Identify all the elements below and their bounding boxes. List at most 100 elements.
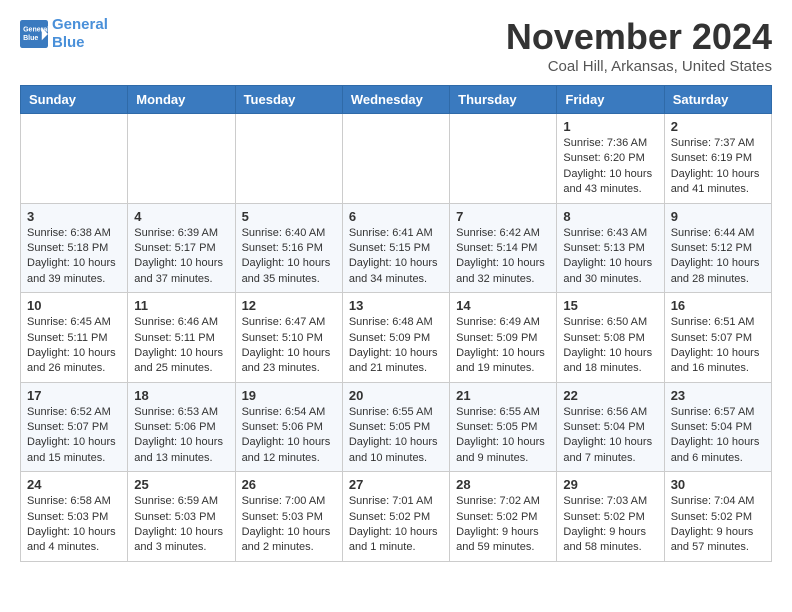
month-title: November 2024 bbox=[506, 16, 772, 58]
calendar-cell: 12 Sunrise: 6:47 AM Sunset: 5:10 PM Dayli… bbox=[235, 293, 342, 383]
weekday-header: Tuesday bbox=[235, 86, 342, 114]
day-number: 8 bbox=[563, 209, 657, 224]
calendar-cell bbox=[235, 114, 342, 204]
logo-text: General Blue bbox=[52, 16, 108, 52]
calendar-week-row: 17 Sunrise: 6:52 AM Sunset: 5:07 PM Dayli… bbox=[21, 382, 772, 472]
day-number: 6 bbox=[349, 209, 443, 224]
calendar-cell: 7Sunrise: 6:42 AM Sunset: 5:14 PM Daylig… bbox=[450, 203, 557, 293]
day-info: Sunrise: 6:45 AM Sunset: 5:11 PM Dayligh… bbox=[27, 315, 121, 377]
calendar-cell bbox=[21, 114, 128, 204]
calendar-cell: 5Sunrise: 6:40 AM Sunset: 5:16 PM Daylig… bbox=[235, 203, 342, 293]
day-info: Sunrise: 6:54 AM Sunset: 5:06 PM Dayligh… bbox=[242, 405, 336, 467]
day-number: 26 bbox=[242, 477, 336, 492]
calendar-cell bbox=[342, 114, 449, 204]
day-number: 7 bbox=[456, 209, 550, 224]
day-number: 12 bbox=[242, 298, 336, 313]
day-info: Sunrise: 6:56 AM Sunset: 5:04 PM Dayligh… bbox=[563, 405, 657, 467]
day-number: 10 bbox=[27, 298, 121, 313]
day-number: 20 bbox=[349, 388, 443, 403]
weekday-header: Thursday bbox=[450, 86, 557, 114]
calendar-cell: 21Sunrise: 6:55 AM Sunset: 5:05 PM Dayli… bbox=[450, 382, 557, 472]
day-number: 15 bbox=[563, 298, 657, 313]
day-info: Sunrise: 7:00 AM Sunset: 5:03 PM Dayligh… bbox=[242, 494, 336, 556]
day-info: Sunrise: 6:43 AM Sunset: 5:13 PM Dayligh… bbox=[563, 226, 657, 288]
svg-text:Blue: Blue bbox=[23, 35, 38, 42]
calendar-cell: 16 Sunrise: 6:51 AM Sunset: 5:07 PM Dayli… bbox=[664, 293, 771, 383]
calendar-cell: 4 Sunrise: 6:39 AM Sunset: 5:17 PM Daylig… bbox=[128, 203, 235, 293]
day-number: 29 bbox=[563, 477, 657, 492]
day-info: Sunrise: 6:47 AM Sunset: 5:10 PM Dayligh… bbox=[242, 315, 336, 377]
day-info: Sunrise: 7:04 AM Sunset: 5:02 PM Dayligh… bbox=[671, 494, 765, 556]
day-info: Sunrise: 6:52 AM Sunset: 5:07 PM Dayligh… bbox=[27, 405, 121, 467]
day-info: Sunrise: 6:55 AM Sunset: 5:05 PM Dayligh… bbox=[349, 405, 443, 467]
calendar-cell: 10 Sunrise: 6:45 AM Sunset: 5:11 PM Dayli… bbox=[21, 293, 128, 383]
day-info: Sunrise: 7:03 AM Sunset: 5:02 PM Dayligh… bbox=[563, 494, 657, 556]
day-info: Sunrise: 7:36 AM Sunset: 6:20 PM Dayligh… bbox=[563, 136, 657, 198]
calendar-week-row: 1 Sunrise: 7:36 AM Sunset: 6:20 PM Daylig… bbox=[21, 114, 772, 204]
calendar-cell: 27 Sunrise: 7:01 AM Sunset: 5:02 PM Dayli… bbox=[342, 472, 449, 562]
day-info: Sunrise: 6:51 AM Sunset: 5:07 PM Dayligh… bbox=[671, 315, 765, 377]
calendar-cell: 24 Sunrise: 6:58 AM Sunset: 5:03 PM Dayli… bbox=[21, 472, 128, 562]
day-info: Sunrise: 6:58 AM Sunset: 5:03 PM Dayligh… bbox=[27, 494, 121, 556]
day-info: Sunrise: 7:01 AM Sunset: 5:02 PM Dayligh… bbox=[349, 494, 443, 556]
calendar-cell: 1 Sunrise: 7:36 AM Sunset: 6:20 PM Daylig… bbox=[557, 114, 664, 204]
calendar-cell: 2Sunrise: 7:37 AM Sunset: 6:19 PM Daylig… bbox=[664, 114, 771, 204]
day-info: Sunrise: 7:02 AM Sunset: 5:02 PM Dayligh… bbox=[456, 494, 550, 556]
day-number: 13 bbox=[349, 298, 443, 313]
day-number: 27 bbox=[349, 477, 443, 492]
calendar-table: SundayMondayTuesdayWednesdayThursdayFrid… bbox=[20, 85, 772, 562]
calendar-cell: 11Sunrise: 6:46 AM Sunset: 5:11 PM Dayli… bbox=[128, 293, 235, 383]
calendar-week-row: 10 Sunrise: 6:45 AM Sunset: 5:11 PM Dayli… bbox=[21, 293, 772, 383]
day-info: Sunrise: 6:46 AM Sunset: 5:11 PM Dayligh… bbox=[134, 315, 228, 377]
calendar-cell bbox=[128, 114, 235, 204]
calendar-cell: 26 Sunrise: 7:00 AM Sunset: 5:03 PM Dayli… bbox=[235, 472, 342, 562]
day-number: 9 bbox=[671, 209, 765, 224]
day-info: Sunrise: 6:50 AM Sunset: 5:08 PM Dayligh… bbox=[563, 315, 657, 377]
day-number: 4 bbox=[134, 209, 228, 224]
calendar-cell: 9Sunrise: 6:44 AM Sunset: 5:12 PM Daylig… bbox=[664, 203, 771, 293]
day-number: 19 bbox=[242, 388, 336, 403]
weekday-header-row: SundayMondayTuesdayWednesdayThursdayFrid… bbox=[21, 86, 772, 114]
calendar-cell bbox=[450, 114, 557, 204]
weekday-header: Monday bbox=[128, 86, 235, 114]
weekday-header: Wednesday bbox=[342, 86, 449, 114]
day-number: 23 bbox=[671, 388, 765, 403]
calendar-cell: 29 Sunrise: 7:03 AM Sunset: 5:02 PM Dayli… bbox=[557, 472, 664, 562]
weekday-header: Friday bbox=[557, 86, 664, 114]
day-info: Sunrise: 6:53 AM Sunset: 5:06 PM Dayligh… bbox=[134, 405, 228, 467]
day-number: 14 bbox=[456, 298, 550, 313]
day-number: 30 bbox=[671, 477, 765, 492]
day-info: Sunrise: 6:49 AM Sunset: 5:09 PM Dayligh… bbox=[456, 315, 550, 377]
calendar-cell: 19 Sunrise: 6:54 AM Sunset: 5:06 PM Dayli… bbox=[235, 382, 342, 472]
day-number: 3 bbox=[27, 209, 121, 224]
calendar-week-row: 24 Sunrise: 6:58 AM Sunset: 5:03 PM Dayli… bbox=[21, 472, 772, 562]
day-number: 28 bbox=[456, 477, 550, 492]
calendar-cell: 3Sunrise: 6:38 AM Sunset: 5:18 PM Daylig… bbox=[21, 203, 128, 293]
day-info: Sunrise: 6:48 AM Sunset: 5:09 PM Dayligh… bbox=[349, 315, 443, 377]
calendar-cell: 6 Sunrise: 6:41 AM Sunset: 5:15 PM Daylig… bbox=[342, 203, 449, 293]
page-header: General Blue General Blue November 2024 … bbox=[20, 16, 772, 75]
day-number: 25 bbox=[134, 477, 228, 492]
calendar-cell: 23 Sunrise: 6:57 AM Sunset: 5:04 PM Dayli… bbox=[664, 382, 771, 472]
day-info: Sunrise: 6:41 AM Sunset: 5:15 PM Dayligh… bbox=[349, 226, 443, 288]
location-title: Coal Hill, Arkansas, United States bbox=[506, 58, 772, 75]
weekday-header: Saturday bbox=[664, 86, 771, 114]
day-number: 1 bbox=[563, 119, 657, 134]
calendar-cell: 20 Sunrise: 6:55 AM Sunset: 5:05 PM Dayli… bbox=[342, 382, 449, 472]
day-number: 16 bbox=[671, 298, 765, 313]
calendar-cell: 25 Sunrise: 6:59 AM Sunset: 5:03 PM Dayli… bbox=[128, 472, 235, 562]
logo-icon: General Blue bbox=[20, 20, 48, 48]
calendar-cell: 28 Sunrise: 7:02 AM Sunset: 5:02 PM Dayli… bbox=[450, 472, 557, 562]
day-info: Sunrise: 6:57 AM Sunset: 5:04 PM Dayligh… bbox=[671, 405, 765, 467]
day-number: 24 bbox=[27, 477, 121, 492]
day-info: Sunrise: 6:59 AM Sunset: 5:03 PM Dayligh… bbox=[134, 494, 228, 556]
day-info: Sunrise: 6:39 AM Sunset: 5:17 PM Dayligh… bbox=[134, 226, 228, 288]
day-info: Sunrise: 7:37 AM Sunset: 6:19 PM Dayligh… bbox=[671, 136, 765, 198]
day-number: 17 bbox=[27, 388, 121, 403]
calendar-cell: 22Sunrise: 6:56 AM Sunset: 5:04 PM Dayli… bbox=[557, 382, 664, 472]
calendar-week-row: 3Sunrise: 6:38 AM Sunset: 5:18 PM Daylig… bbox=[21, 203, 772, 293]
day-number: 5 bbox=[242, 209, 336, 224]
calendar-cell: 30 Sunrise: 7:04 AM Sunset: 5:02 PM Dayli… bbox=[664, 472, 771, 562]
day-number: 18 bbox=[134, 388, 228, 403]
day-info: Sunrise: 6:55 AM Sunset: 5:05 PM Dayligh… bbox=[456, 405, 550, 467]
